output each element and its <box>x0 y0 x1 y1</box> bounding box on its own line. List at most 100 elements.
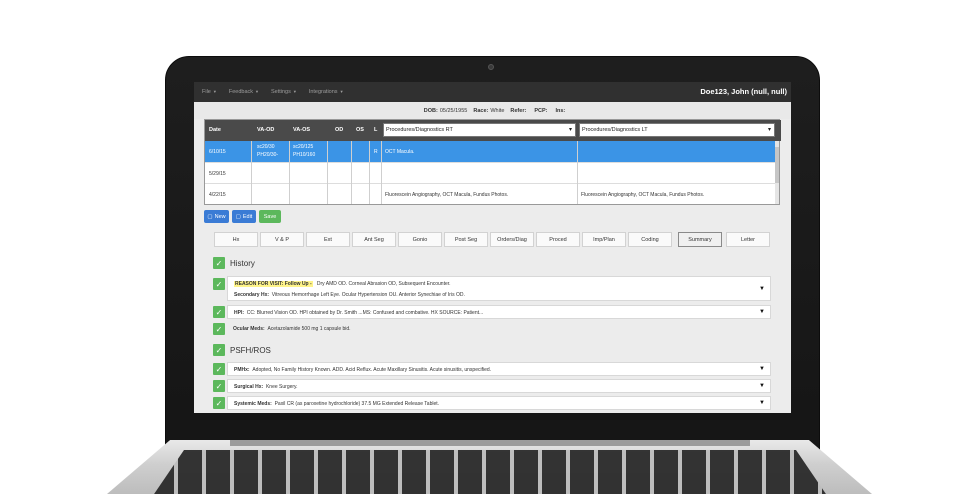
chevron-down-icon[interactable]: ▼ <box>759 400 765 406</box>
chevron-down-icon[interactable]: ▼ <box>759 383 765 389</box>
tab-letter[interactable]: Letter <box>726 232 770 247</box>
reason-label: REASON FOR VISIT: Follow Up - <box>234 281 313 287</box>
caret-down-icon: ▼ <box>212 89 217 94</box>
row-va-od: sc20/30 <box>257 144 275 150</box>
tab-coding[interactable]: Coding <box>628 232 672 247</box>
tab-summary[interactable]: Summary <box>678 232 722 247</box>
surgical-hx-row[interactable]: Surgical Hx: Knee Surgery. ▼ <box>227 379 771 393</box>
dropdown-procedures-rt[interactable]: Procedures/Diagnostics RT ▾ <box>383 123 576 137</box>
row-procedures-lt: Fluorescein Angiography, OCT Macula, Fun… <box>581 192 705 198</box>
pmhx-row[interactable]: PMHx: Adopted, No Family History Known. … <box>227 362 771 376</box>
check-icon[interactable]: ✓ <box>213 278 225 290</box>
section-title-psfh: PSFH/ROS <box>230 346 271 355</box>
grid-header: Date VA-OD VA-OS OD OS L Procedures/Diag… <box>205 120 781 141</box>
grid-scrollbar[interactable] <box>775 141 779 204</box>
check-icon[interactable]: ✓ <box>213 323 225 335</box>
caret-down-icon: ▼ <box>292 89 297 94</box>
new-button-label: New <box>214 213 226 220</box>
col-od: OD <box>335 127 344 133</box>
row-date: 4/22/15 <box>209 192 226 198</box>
edit-button-label: Edit <box>242 213 253 220</box>
chevron-down-icon[interactable]: ▼ <box>759 309 765 315</box>
column-divider <box>381 141 382 204</box>
check-icon[interactable]: ✓ <box>213 257 225 269</box>
race-value: White <box>490 107 505 114</box>
tab-imp-plan[interactable]: Imp/Plan <box>582 232 626 247</box>
save-button-label: Save <box>263 213 277 220</box>
row-date: 6/10/15 <box>209 149 226 155</box>
systemic-meds-label: Systemic Meds: <box>234 401 272 407</box>
new-doc-icon: ▢ <box>207 213 213 220</box>
table-row[interactable]: 4/22/15 Fluorescein Angiography, OCT Mac… <box>205 184 777 205</box>
chevron-down-icon[interactable]: ▼ <box>759 366 765 372</box>
tab-v-and-p[interactable]: V & P <box>260 232 304 247</box>
dropdown-procedures-lt[interactable]: Procedures/Diagnostics LT ▾ <box>579 123 775 137</box>
surgical-hx-text: Knee Surgery. <box>265 384 298 390</box>
dropdown-rt-label: Procedures/Diagnostics RT <box>386 127 453 133</box>
column-divider <box>369 141 370 204</box>
laptop-keyboard <box>150 450 830 494</box>
tab-hx[interactable]: Hx <box>214 232 258 247</box>
hpi-row[interactable]: HPI: CC: Blurred Vision OD. HPI obtained… <box>227 305 771 319</box>
tab-post-seg[interactable]: Post Seg <box>444 232 488 247</box>
tab-orders-diag[interactable]: Orders/Diag <box>490 232 534 247</box>
tab-ext[interactable]: Ext <box>306 232 350 247</box>
check-icon[interactable]: ✓ <box>213 344 225 356</box>
row-date: 5/29/15 <box>209 171 226 177</box>
menu-feedback[interactable]: Feedback ▼ <box>229 89 259 95</box>
pmhx-text: Adopted, No Family History Known. ADD. A… <box>252 367 492 373</box>
col-os: OS <box>356 127 364 133</box>
row-l: R <box>374 149 378 155</box>
tab-proced[interactable]: Proced <box>536 232 580 247</box>
row-procedures-rt: Fluorescein Angiography, OCT Macula, Fun… <box>385 192 509 198</box>
refer-label: Refer: <box>510 107 527 114</box>
new-button[interactable]: ▢ New <box>204 210 229 223</box>
menu-integrations[interactable]: Integrations ▼ <box>309 89 344 95</box>
dropdown-lt-label: Procedures/Diagnostics LT <box>582 127 648 133</box>
column-divider <box>351 141 352 204</box>
col-va-os: VA-OS <box>293 127 311 133</box>
tab-gonio[interactable]: Gonio <box>398 232 442 247</box>
systemic-meds-row[interactable]: Systemic Meds: Paxil CR (as paroxetine h… <box>227 396 771 410</box>
check-icon[interactable]: ✓ <box>213 397 225 409</box>
pcp-label: PCP: <box>534 107 548 114</box>
chevron-down-icon[interactable]: ▼ <box>759 286 765 292</box>
column-divider <box>289 141 290 204</box>
col-date: Date <box>209 127 221 133</box>
row-va-os-ph: PH10/160 <box>293 152 316 158</box>
column-divider <box>327 141 328 204</box>
webcam <box>488 64 494 70</box>
visit-grid: Date VA-OD VA-OS OD OS L Procedures/Diag… <box>204 119 781 205</box>
col-va-od: VA-OD <box>257 127 275 133</box>
patient-info-bar: DOB: 05/25/1955 Race: White Refer: PCP: … <box>194 102 791 119</box>
ocular-meds-row[interactable]: Ocular Meds: Acetazolamide 500 mg 1 caps… <box>227 322 771 336</box>
check-icon[interactable]: ✓ <box>213 380 225 392</box>
row-va-od-ph: PH20/30- <box>257 152 279 158</box>
row-procedures-rt: OCT Macula. <box>385 149 415 155</box>
hpi-label: HPI: <box>234 310 244 316</box>
caret-down-icon: ▼ <box>339 89 344 94</box>
menu-file[interactable]: File ▼ <box>202 89 217 95</box>
save-button[interactable]: Save <box>259 210 281 223</box>
column-divider <box>251 141 252 204</box>
app-screen: File ▼ Feedback ▼ Settings ▼ Integrations ▼ … <box>194 82 791 413</box>
check-icon[interactable]: ✓ <box>213 363 225 375</box>
menu-settings[interactable]: Settings ▼ <box>271 89 297 95</box>
column-divider <box>577 141 578 204</box>
tab-ant-seg[interactable]: Ant Seg <box>352 232 396 247</box>
chevron-down-icon: ▾ <box>767 127 771 133</box>
col-l: L <box>374 127 378 133</box>
scrollbar-thumb[interactable] <box>775 147 779 183</box>
laptop-hinge <box>230 440 750 446</box>
edit-button[interactable]: ▢ Edit <box>232 210 256 223</box>
caret-down-icon: ▼ <box>255 89 259 94</box>
reason-for-visit-row[interactable]: REASON FOR VISIT: Follow Up - Dry AMD OD… <box>227 276 771 301</box>
systemic-meds-text: Paxil CR (as paroxetine hydrochloride) 3… <box>274 401 440 407</box>
check-icon[interactable]: ✓ <box>213 306 225 318</box>
dob-label: DOB: <box>423 107 438 114</box>
table-row[interactable]: 6/10/15 sc20/30 PH20/30- sc20/125 PH10/1… <box>205 141 777 163</box>
table-row[interactable]: 5/29/15 <box>205 163 777 184</box>
hpi-text: CC: Blurred Vision OD. HPI obtained by D… <box>246 310 484 316</box>
top-nav-bar: File ▼ Feedback ▼ Settings ▼ Integrations ▼ … <box>194 82 791 102</box>
row-va-os: sc20/125 <box>293 144 314 150</box>
